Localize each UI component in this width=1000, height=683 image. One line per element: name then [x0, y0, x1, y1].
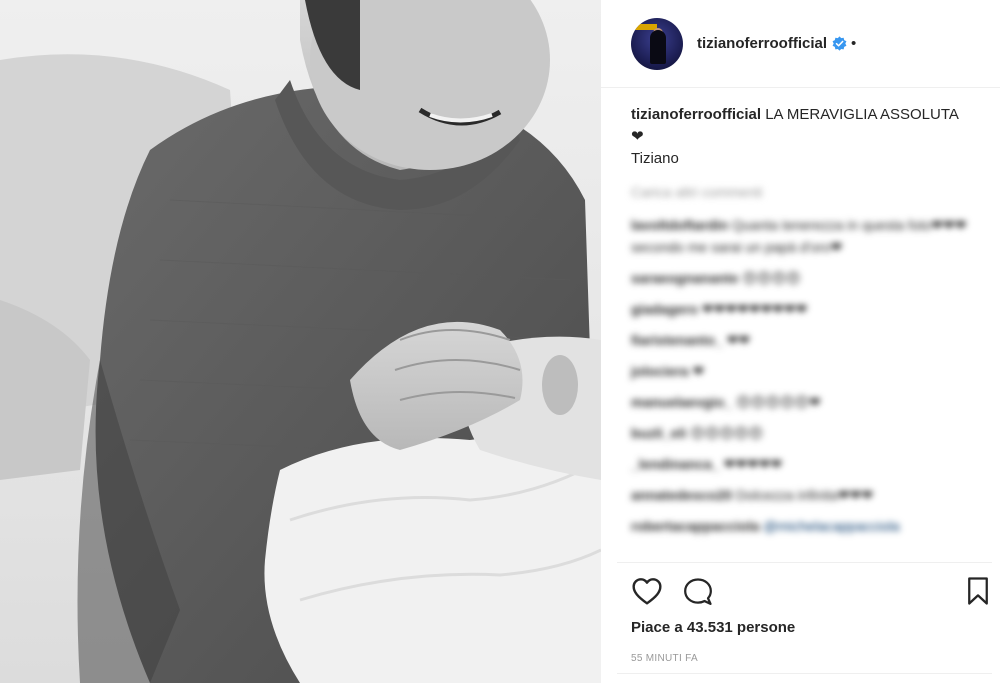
- caption-username[interactable]: tizianoferroofficial: [631, 106, 761, 123]
- comment-text: 😍😍😍😍😍: [690, 425, 764, 441]
- comment-username[interactable]: lavoltdoftardin: [631, 217, 728, 233]
- post-caption: tizianoferroofficial LA MERAVIGLIA ASSOL…: [631, 104, 971, 170]
- comment-bubble-icon[interactable]: [683, 576, 713, 608]
- comment-username[interactable]: annatedesco20: [631, 487, 732, 503]
- photo-illustration: [0, 0, 601, 683]
- comment-username[interactable]: _lendinanca_: [631, 456, 720, 472]
- comment-username[interactable]: giadagero: [631, 301, 698, 317]
- header-username[interactable]: tizianoferroofficial: [697, 35, 827, 52]
- avatar-figure: [650, 29, 666, 64]
- heart-outline-icon[interactable]: [631, 576, 663, 608]
- comment-item: jolociera ❤: [631, 360, 971, 382]
- post-timestamp[interactable]: 55 MINUTI FA: [631, 653, 698, 664]
- avatar[interactable]: [631, 17, 683, 70]
- comment-text: Dolcezza infinita❤❤❤: [736, 487, 874, 503]
- comment-item: buzli_eli 😍😍😍😍😍: [631, 422, 971, 444]
- post-side-panel: tizianoferroofficial • tizianoferrooffic…: [601, 0, 1000, 683]
- comment-username[interactable]: buzli_eli: [631, 425, 686, 441]
- comment-text: ❤❤: [726, 332, 751, 348]
- comment-text: ❤: [692, 363, 705, 379]
- header-dot: •: [851, 35, 857, 52]
- comment-text: 😍😍😍😍: [742, 270, 801, 286]
- comment-item: manuelaevgio_ 😍😍😍😍😍❤: [631, 391, 971, 413]
- actions-divider: [617, 562, 992, 563]
- comment-text: ❤❤❤❤❤❤❤❤❤: [701, 301, 808, 317]
- comment-username[interactable]: jolociera: [631, 363, 689, 379]
- comment-item: robertacappacciola @michelacappacciola: [631, 515, 971, 537]
- comment-item: lavoltdoftardin Quanta tenerezza in ques…: [631, 214, 971, 258]
- comment-text: 😍😍😍😍😍❤: [736, 394, 821, 410]
- comment-username[interactable]: saraeognanante: [631, 270, 738, 286]
- post-header: tizianoferroofficial •: [601, 0, 1000, 88]
- bookmark-outline-icon[interactable]: [965, 576, 991, 606]
- likes-count[interactable]: Piace a 43.531 persone: [631, 619, 795, 636]
- comment-item: _lendinanca_ ❤❤❤❤❤: [631, 453, 971, 475]
- comment-username[interactable]: fiaristenanto_: [631, 332, 723, 348]
- comment-item: annatedesco20 Dolcezza infinita❤❤❤: [631, 484, 971, 506]
- comment-item: saraeognanante 😍😍😍😍: [631, 267, 971, 289]
- load-more-comments-link[interactable]: Carica altri commenti: [631, 184, 762, 200]
- post-photo[interactable]: [0, 0, 601, 683]
- comment-username[interactable]: robertacappacciola: [631, 518, 759, 534]
- bottom-divider: [617, 673, 992, 674]
- comment-item: giadagero ❤❤❤❤❤❤❤❤❤: [631, 298, 971, 320]
- comment-item: fiaristenanto_ ❤❤: [631, 329, 971, 351]
- caption-signature: Tiziano: [631, 150, 679, 167]
- comment-text: ❤❤❤❤❤: [723, 456, 783, 472]
- comment-list: lavoltdoftardin Quanta tenerezza in ques…: [631, 214, 971, 546]
- comment-username[interactable]: manuelaevgio_: [631, 394, 732, 410]
- action-bar: [631, 576, 993, 608]
- verified-badge-icon: [832, 36, 847, 51]
- comment-mention[interactable]: @michelacappacciola: [763, 518, 899, 534]
